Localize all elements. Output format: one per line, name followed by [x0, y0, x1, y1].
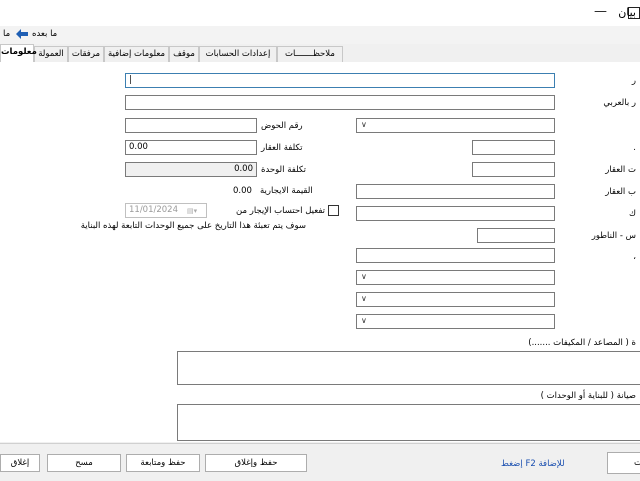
- tab-extra-info[interactable]: معلومات إضافية: [104, 46, 169, 62]
- chevron-down-icon: ∨: [361, 120, 367, 129]
- right-field-5[interactable]: [477, 228, 555, 243]
- dropdown-1[interactable]: ∨: [356, 270, 555, 285]
- right-label-2: ت العقار: [605, 165, 636, 175]
- tab-attachments[interactable]: مرفقات: [68, 46, 104, 62]
- chevron-down-icon: ∨: [361, 272, 367, 281]
- title-bar: [0, 0, 640, 27]
- name-label: ر: [631, 76, 636, 86]
- tab-notes[interactable]: ملاحظـــــــات: [277, 46, 343, 62]
- equipment-textarea[interactable]: [177, 351, 640, 385]
- rent-value-label: القيمة الايجارية: [260, 186, 313, 196]
- save-close-button[interactable]: حفظ وإغلاق: [205, 454, 307, 472]
- right-label-5: س - الناطور: [591, 231, 636, 241]
- chevron-down-icon: ∨: [361, 316, 367, 325]
- basin-field[interactable]: [125, 118, 257, 133]
- rent-date-value: 11/01/2024: [129, 205, 178, 215]
- calendar-icon: ▤▾: [187, 207, 198, 215]
- save-continue-button[interactable]: حفظ ومتابعة: [126, 454, 200, 472]
- prev-button[interactable]: ما: [3, 29, 10, 39]
- rent-value: 0.00: [233, 186, 252, 196]
- right-field-4[interactable]: [356, 206, 555, 221]
- right-label-4: ك: [628, 209, 636, 219]
- cost-field[interactable]: 0.00: [125, 140, 257, 155]
- type-dropdown[interactable]: ∨: [356, 118, 555, 133]
- tab-account-settings[interactable]: إعدادات الحسابات: [199, 46, 277, 62]
- name-ar-field[interactable]: [125, 95, 555, 110]
- clear-button[interactable]: مسح: [47, 454, 121, 472]
- window-title: بيان: [618, 6, 636, 19]
- f2-hint: إضغط F2 للإضافة: [501, 459, 565, 469]
- toolbar: [0, 26, 640, 44]
- next-arrow-icon[interactable]: [15, 28, 29, 40]
- chevron-down-icon: ∨: [361, 294, 367, 303]
- right-field-1[interactable]: [472, 140, 555, 155]
- right-action-button[interactable]: ت: [607, 452, 640, 474]
- tab-status[interactable]: موقف: [169, 46, 199, 62]
- right-field-2[interactable]: [472, 162, 555, 177]
- right-label-6: ،: [633, 252, 636, 262]
- rent-date-picker[interactable]: 11/01/2024 ▤▾: [125, 203, 207, 218]
- next-button[interactable]: ما بعده: [32, 29, 57, 39]
- name-field[interactable]: |: [125, 73, 555, 88]
- close-button[interactable]: إغلاق: [0, 454, 40, 472]
- right-label-1: .: [633, 143, 636, 153]
- dropdown-2[interactable]: ∨: [356, 292, 555, 307]
- name-ar-label: ر بالعربي: [603, 98, 636, 108]
- right-field-6[interactable]: [356, 248, 555, 263]
- rent-calc-label: تفعيل احتساب الإيجار من: [236, 206, 326, 216]
- unit-cost-label: تكلفة الوحدة: [261, 165, 306, 175]
- minimize-button[interactable]: —: [594, 4, 607, 19]
- maintenance-textarea[interactable]: [177, 404, 640, 441]
- basin-label: رقم الحوض: [261, 121, 303, 131]
- unit-cost-field: 0.00: [125, 162, 257, 177]
- dropdown-3[interactable]: ∨: [356, 314, 555, 329]
- right-label-3: ب العقار: [605, 187, 636, 197]
- maintenance-label: صيانة ( للبناية أو الوحدات ): [540, 391, 636, 401]
- date-note: سوف يتم تعبئة هذا التاريخ على جميع الوحد…: [80, 221, 306, 231]
- equipment-label: ة ( المصاعد / المكيفات .......): [528, 338, 636, 348]
- rent-calc-checkbox[interactable]: [328, 205, 339, 216]
- tab-info[interactable]: معلومات: [0, 44, 37, 63]
- right-field-3[interactable]: [356, 184, 555, 199]
- tab-commission[interactable]: العمولة: [34, 46, 68, 62]
- cost-label: تكلفة العقار: [261, 143, 303, 153]
